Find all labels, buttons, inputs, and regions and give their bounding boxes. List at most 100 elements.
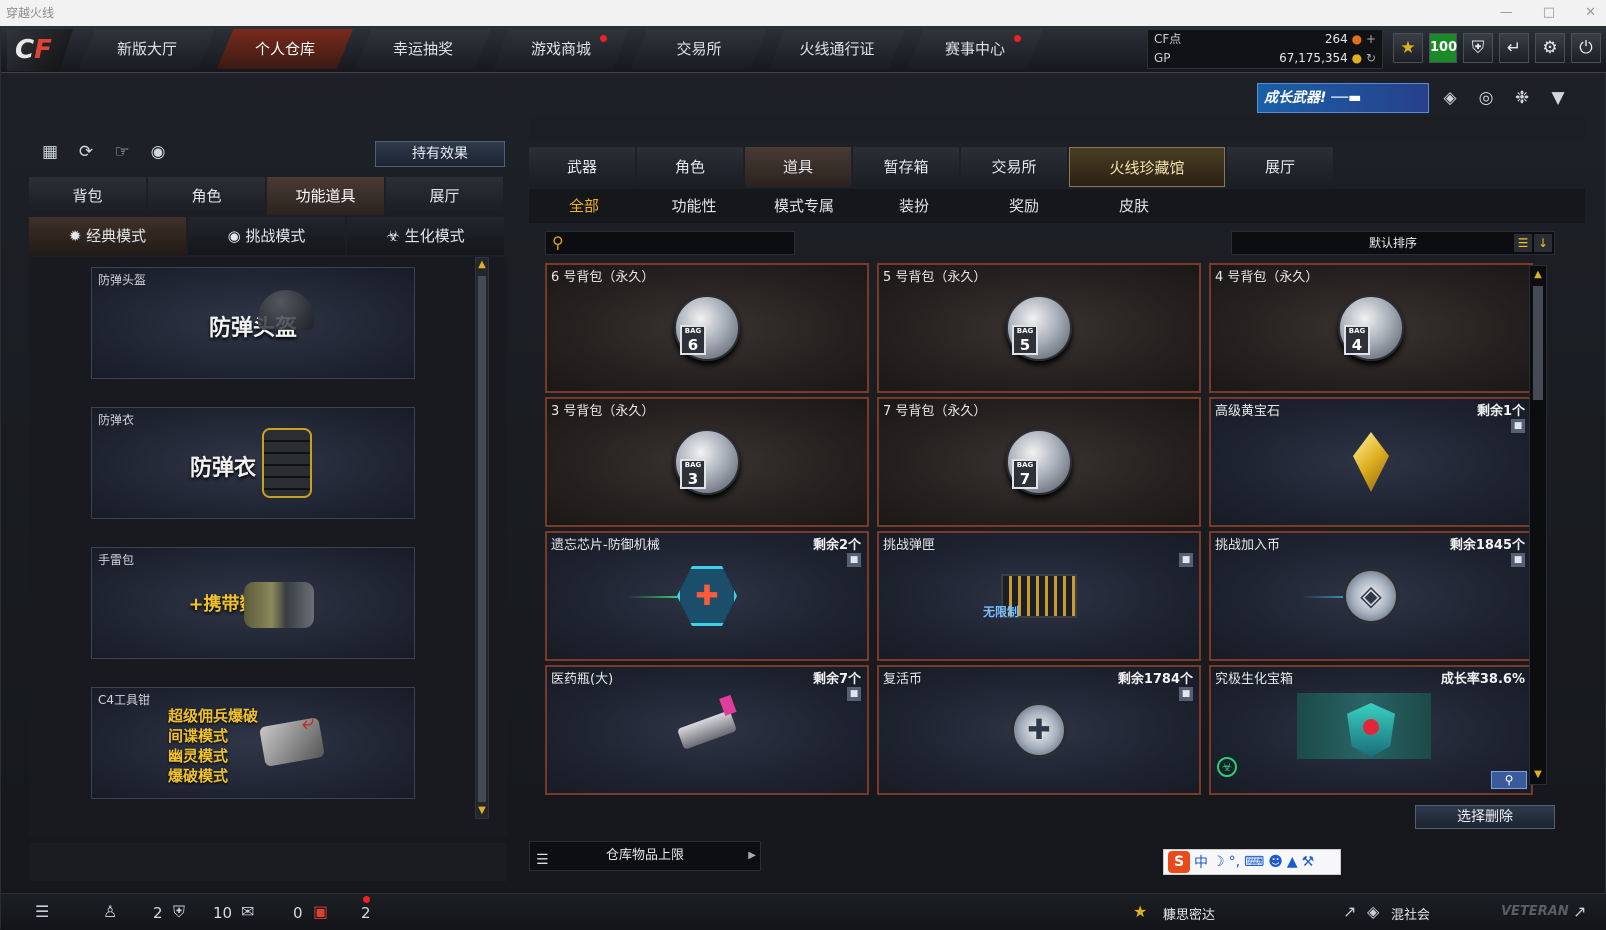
slot-vest[interactable]: 防弹衣 防弹衣 xyxy=(91,407,415,519)
mode-biohazard[interactable]: ☣ 生化模式 xyxy=(347,217,504,255)
nav-tab-events[interactable]: 赛事中心 xyxy=(907,29,1043,69)
emblem-icon[interactable]: ◈ xyxy=(1437,85,1463,111)
item-card[interactable]: 医药瓶(大) 剩余7个 ■ xyxy=(545,665,869,795)
maximize-icon[interactable]: □ xyxy=(1543,0,1555,26)
scroll-down-icon[interactable]: ▼ xyxy=(1532,768,1544,782)
filter-skins[interactable]: 皮肤 xyxy=(1079,189,1189,223)
slot-grenade-pack[interactable]: 手雷包 +携带数 xyxy=(91,547,415,659)
level-badge[interactable]: 100 xyxy=(1429,33,1457,63)
wrench-icon[interactable]: ⚒ xyxy=(1302,854,1315,870)
scroll-up-icon[interactable]: ▲ xyxy=(476,258,488,272)
rank-badge-icon[interactable]: ★ xyxy=(1393,33,1423,63)
filter-cosmetic[interactable]: 装扮 xyxy=(859,189,969,223)
scroll-down-icon[interactable]: ▼ xyxy=(476,804,488,818)
vip-icon[interactable]: ▼ xyxy=(1545,85,1571,111)
nav-tab-lobby[interactable]: 新版大厅 xyxy=(79,29,215,69)
warehouse-capacity-bar[interactable]: ☰ 仓库物品上限 ▶ xyxy=(529,841,761,871)
scroll-up-icon[interactable]: ▲ xyxy=(1532,268,1544,282)
trash-icon[interactable]: ■ xyxy=(847,553,861,567)
shirt-icon[interactable]: ▲ xyxy=(1287,854,1298,870)
tab-backpack[interactable]: 背包 xyxy=(29,177,146,215)
claw-icon[interactable]: ❉ xyxy=(1509,85,1535,111)
exit-room-icon[interactable]: ↵ xyxy=(1499,33,1529,63)
scroll-thumb[interactable] xyxy=(478,276,486,802)
mode-classic[interactable]: ✹ 经典模式 xyxy=(29,217,186,255)
filter-all[interactable]: 全部 xyxy=(529,189,639,223)
item-card[interactable]: 7 号背包（永久） BAG 7 xyxy=(877,397,1201,527)
mode-challenge[interactable]: ◉ 挑战模式 xyxy=(188,217,345,255)
tab-functional-items[interactable]: 功能道具 xyxy=(267,177,384,215)
player-name-2[interactable]: 混社会 xyxy=(1391,904,1430,923)
globe-icon[interactable]: ◎ xyxy=(1473,85,1499,111)
item-card[interactable]: 遗忘芯片-防御机械 剩余2个 ■ ✚ xyxy=(545,531,869,661)
punctuation-icon[interactable]: °, xyxy=(1229,854,1240,870)
ime-toolbar[interactable]: S 中 ☽ °, ⌨ ☻ ▲ ⚒ xyxy=(1163,849,1341,875)
expand-icon[interactable]: ↗ xyxy=(1573,902,1586,921)
tab-character[interactable]: 角色 xyxy=(148,177,265,215)
slot-c4-pliers[interactable]: C4工具钳 超级佣兵爆破 间谍模式 幽灵模式 爆破模式 ⤶ xyxy=(91,687,415,799)
menu-icon[interactable]: ☰ xyxy=(35,902,49,921)
item-card[interactable]: 复活币 剩余1784个 ■ ✚ xyxy=(877,665,1201,795)
sort-dropdown[interactable]: 默认排序 ☰ ↓ xyxy=(1231,231,1555,255)
nav-tab-pass[interactable]: 火线通行证 xyxy=(769,29,905,69)
grid-scrollbar[interactable]: ▲ ▼ xyxy=(1529,265,1547,785)
nav-tab-shop[interactable]: 游戏商城 xyxy=(493,29,629,69)
nav-tab-lottery[interactable]: 幸运抽奖 xyxy=(355,29,491,69)
external-link-icon[interactable]: ↗ xyxy=(1343,902,1356,921)
friends-icon[interactable]: ♙ xyxy=(103,902,117,921)
power-icon[interactable]: ⏻ xyxy=(1571,33,1601,63)
slot-helmet[interactable]: 防弹头盔 防弹头盔 xyxy=(91,267,415,379)
tab-storage-box[interactable]: 暂存箱 xyxy=(853,147,959,187)
scroll-thumb[interactable] xyxy=(1533,286,1543,400)
filter-mode-exclusive[interactable]: 模式专属 xyxy=(749,189,859,223)
nav-tab-trade[interactable]: 交易所 xyxy=(631,29,767,69)
tab-exhibition[interactable]: 展厅 xyxy=(1227,147,1333,187)
close-icon[interactable]: ✕ xyxy=(1585,0,1596,26)
left-scrollbar[interactable]: ▲ ▼ xyxy=(475,257,489,819)
trash-icon[interactable]: ■ xyxy=(847,687,861,701)
add-cf-icon[interactable]: + xyxy=(1366,32,1376,46)
item-card[interactable]: 挑战加入币 剩余1845个 ■ ◈ xyxy=(1209,531,1533,661)
refresh-icon[interactable]: ↻ xyxy=(1366,51,1376,65)
holding-effect-button[interactable]: 持有效果 xyxy=(375,141,505,167)
tab-items[interactable]: 道具 xyxy=(745,147,851,187)
preview-button[interactable]: ⚲ xyxy=(1491,771,1527,789)
tab-characters[interactable]: 角色 xyxy=(637,147,743,187)
filter-functional[interactable]: 功能性 xyxy=(639,189,749,223)
expand-arrow-icon[interactable]: ▶ xyxy=(748,842,756,870)
history-icon[interactable]: ⟳ xyxy=(73,139,99,165)
moon-icon[interactable]: ☽ xyxy=(1212,854,1225,870)
gear-icon[interactable]: ⚙ xyxy=(1535,33,1565,63)
nav-tab-warehouse[interactable]: 个人仓库 xyxy=(217,29,353,69)
item-card[interactable]: 4 号背包（永久） BAG 4 xyxy=(1209,263,1533,393)
trash-icon[interactable]: ■ xyxy=(1179,687,1193,701)
stats-icon[interactable]: ▦ xyxy=(37,139,63,165)
sort-direction-icon[interactable]: ↓ xyxy=(1534,234,1552,252)
tab-showroom[interactable]: 展厅 xyxy=(386,177,503,215)
item-card[interactable]: 3 号背包（永久） BAG 3 xyxy=(545,397,869,527)
keyboard-icon[interactable]: ⌨ xyxy=(1244,854,1264,870)
user-icon[interactable]: ☻ xyxy=(1268,854,1283,870)
gift-icon[interactable]: ▣ xyxy=(313,902,328,921)
search-input[interactable]: ⚲ xyxy=(545,231,795,255)
filter-rewards[interactable]: 奖励 xyxy=(969,189,1079,223)
minimize-icon[interactable]: — xyxy=(1500,0,1513,26)
clan-shield-icon[interactable]: ⛨ xyxy=(173,902,185,922)
hand-icon[interactable]: ☞ xyxy=(109,139,135,165)
item-card[interactable]: 挑战弹匣 ■ 无限制 xyxy=(877,531,1201,661)
item-card[interactable]: 究极生化宝箱 成长率38.6% ☣ ⚲ xyxy=(1209,665,1533,795)
list-view-icon[interactable]: ☰ xyxy=(1514,234,1532,252)
tab-collection[interactable]: 火线珍藏馆 xyxy=(1069,147,1225,187)
item-card[interactable]: 5 号背包（永久） BAG 5 xyxy=(877,263,1201,393)
item-card[interactable]: 6 号背包（永久） BAG 6 xyxy=(545,263,869,393)
growth-weapon-banner[interactable]: 成长武器! ──▬ xyxy=(1257,83,1429,113)
tab-weapons[interactable]: 武器 xyxy=(529,147,635,187)
select-delete-button[interactable]: 选择删除 xyxy=(1415,805,1555,829)
bag-icon[interactable]: ◉ xyxy=(145,139,171,165)
player-name-1[interactable]: 糠思密达 xyxy=(1163,904,1215,923)
trash-icon[interactable]: ■ xyxy=(1511,553,1525,567)
tab-exchange[interactable]: 交易所 xyxy=(961,147,1067,187)
shield-icon[interactable]: ⛨ xyxy=(1463,33,1493,63)
trash-icon[interactable]: ■ xyxy=(1511,419,1525,433)
trash-icon[interactable]: ■ xyxy=(1179,553,1193,567)
